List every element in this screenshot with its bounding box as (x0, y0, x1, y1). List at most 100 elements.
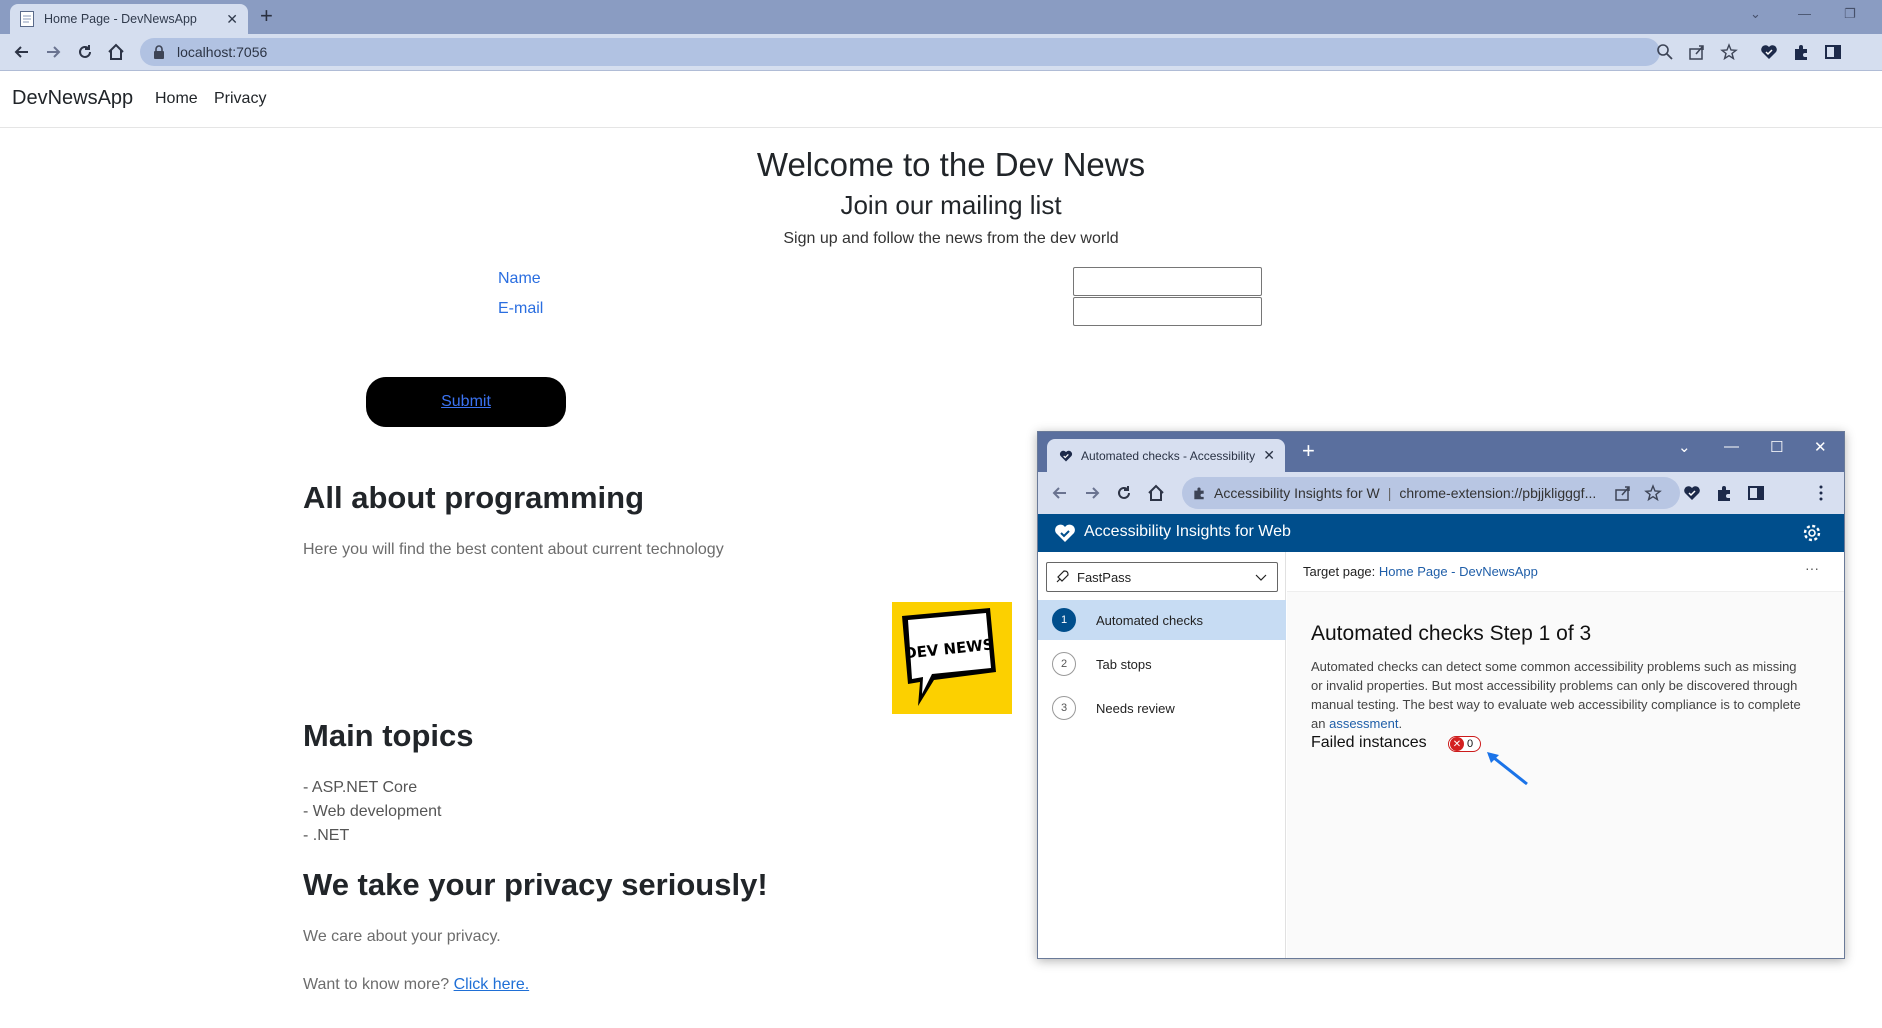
close-tab-icon[interactable]: ✕ (1263, 447, 1275, 464)
description-end: . (1398, 716, 1403, 731)
mode-dropdown-value: FastPass (1077, 569, 1132, 585)
home-icon[interactable] (106, 42, 126, 62)
share-icon[interactable] (1614, 484, 1632, 502)
chevron-down-icon (1255, 574, 1267, 581)
browser-toolbar: localhost:7056 (0, 34, 1882, 71)
new-tab-icon[interactable]: + (260, 5, 273, 27)
content-heading: Automated checks Step 1 of 3 (1311, 622, 1592, 645)
accessibility-insights-window: Automated checks - Accessibility Insight… (1037, 431, 1845, 959)
more-menu-icon[interactable] (1812, 484, 1830, 502)
programming-heading: All about programming (303, 480, 644, 515)
forward-icon[interactable] (1082, 483, 1102, 503)
close-tab-icon[interactable]: ✕ (226, 11, 238, 28)
more-info-text: Want to know more? (303, 976, 450, 993)
new-tab-icon[interactable]: + (1302, 440, 1315, 462)
popup-address-site: Accessibility Insights for W (1214, 485, 1380, 501)
email-label: E-mail (498, 300, 544, 317)
name-label: Name (498, 270, 541, 287)
popup-address-bar[interactable]: Accessibility Insights for W | chrome-ex… (1182, 477, 1680, 509)
step-label: Automated checks (1096, 612, 1203, 628)
step-automated-checks[interactable]: 1 Automated checks (1038, 600, 1286, 640)
side-panel-icon[interactable] (1747, 484, 1765, 502)
share-icon[interactable] (1688, 43, 1706, 61)
dev-news-logo: DEV NEWS (892, 602, 1012, 714)
page-subtitle: Join our mailing list (840, 190, 1062, 220)
submit-button-label: Submit (441, 393, 491, 410)
topic-item: - ASP.NET Core (303, 779, 418, 796)
failed-instances-label: Failed instances (1311, 734, 1427, 751)
mode-dropdown[interactable]: FastPass (1046, 562, 1278, 592)
email-input[interactable] (1073, 297, 1262, 326)
bookmark-star-icon[interactable] (1644, 484, 1662, 502)
annotation-arrow-icon (1487, 752, 1528, 786)
tab-search-icon[interactable]: ⌄ (1678, 438, 1691, 456)
extensions-puzzle-icon[interactable] (1792, 43, 1810, 61)
step-label: Tab stops (1096, 656, 1152, 672)
submit-button[interactable]: Submit (366, 377, 566, 427)
reload-icon[interactable] (75, 42, 95, 62)
accessibility-insights-logo-icon (1055, 524, 1075, 542)
insights-left-nav: FastPass 1 Automated checks 2 Tab stops … (1038, 552, 1286, 958)
nav-link-home[interactable]: Home (155, 90, 198, 108)
side-panel-icon[interactable] (1824, 43, 1842, 61)
privacy-heading: We take your privacy seriously! (303, 867, 768, 902)
step-number: 3 (1052, 696, 1076, 720)
reload-icon[interactable] (1114, 483, 1134, 503)
maximize-icon[interactable]: ☐ (1770, 438, 1783, 456)
accessibility-insights-tab-icon (1059, 450, 1073, 461)
address-bar[interactable]: localhost:7056 (140, 38, 1660, 66)
step-label: Needs review (1096, 700, 1175, 716)
page-icon (20, 11, 34, 27)
minimize-icon[interactable]: — (1798, 6, 1811, 21)
home-icon[interactable] (1146, 483, 1166, 503)
step-tab-stops[interactable]: 2 Tab stops (1038, 644, 1286, 684)
failed-count-badge: ✕ 0 (1448, 736, 1481, 752)
back-icon[interactable] (12, 42, 32, 62)
bookmark-star-icon[interactable] (1720, 43, 1738, 61)
popup-tab-title: Automated checks - Accessibility Insight… (1081, 448, 1256, 463)
insights-header: Accessibility Insights for Web (1038, 514, 1844, 552)
privacy-text: We care about your privacy. (303, 928, 501, 945)
topics-heading: Main topics (303, 718, 474, 753)
click-here-link[interactable]: Click here. (454, 976, 530, 993)
failed-count: 0 (1467, 738, 1474, 750)
browser-tab-bar: Home Page - DevNewsApp ✕ + ⌄ — ❐ (0, 0, 1882, 34)
address-bar-url: localhost:7056 (177, 44, 268, 60)
more-info-line: Want to know more? Click here. (303, 976, 529, 994)
name-input[interactable] (1073, 267, 1262, 296)
site-brand[interactable]: DevNewsApp (12, 87, 133, 110)
address-separator: | (1387, 485, 1392, 501)
back-icon[interactable] (1050, 483, 1070, 503)
target-page-info: Target page: Home Page - DevNewsApp (1303, 564, 1538, 579)
target-page-label: Target page: (1303, 564, 1376, 579)
page-title: Welcome to the Dev News (756, 146, 1146, 183)
content-description: Automated checks can detect some common … (1311, 657, 1811, 733)
step-needs-review[interactable]: 3 Needs review (1038, 688, 1286, 728)
forward-icon[interactable] (43, 42, 63, 62)
lock-icon (154, 45, 164, 59)
popup-tab[interactable]: Automated checks - Accessibility Insight… (1047, 439, 1285, 472)
speech-bubble-icon: DEV NEWS (902, 608, 996, 706)
browser-tab[interactable]: Home Page - DevNewsApp ✕ (10, 4, 248, 34)
tab-search-icon[interactable]: ⌄ (1750, 6, 1761, 22)
close-window-icon[interactable]: ✕ (1814, 438, 1827, 456)
settings-gear-icon[interactable] (1802, 523, 1822, 543)
page-tagline: Sign up and follow the news from the dev… (783, 230, 1119, 247)
accessibility-insights-extension-icon[interactable] (1683, 484, 1701, 502)
accessibility-insights-extension-icon[interactable] (1760, 43, 1778, 61)
zoom-icon[interactable] (1656, 43, 1674, 61)
extensions-puzzle-icon[interactable] (1715, 484, 1733, 502)
popup-address-url: chrome-extension://pbjjkligggf... (1399, 485, 1597, 501)
error-x-icon: ✕ (1450, 737, 1464, 751)
target-page-bar: Target page: Home Page - DevNewsApp ··· (1287, 552, 1844, 592)
assessment-link[interactable]: assessment (1329, 716, 1398, 731)
topic-item: - Web development (303, 803, 442, 820)
minimize-icon[interactable]: — (1724, 438, 1739, 455)
target-page-link[interactable]: Home Page - DevNewsApp (1379, 564, 1538, 579)
popup-toolbar: Accessibility Insights for W | chrome-ex… (1038, 472, 1844, 514)
restore-icon[interactable]: ❐ (1844, 6, 1856, 22)
nav-link-privacy[interactable]: Privacy (214, 90, 266, 108)
insights-content: Target page: Home Page - DevNewsApp ··· … (1287, 552, 1844, 958)
extension-puzzle-icon (1194, 487, 1204, 500)
more-options-icon[interactable]: ··· (1805, 560, 1819, 576)
